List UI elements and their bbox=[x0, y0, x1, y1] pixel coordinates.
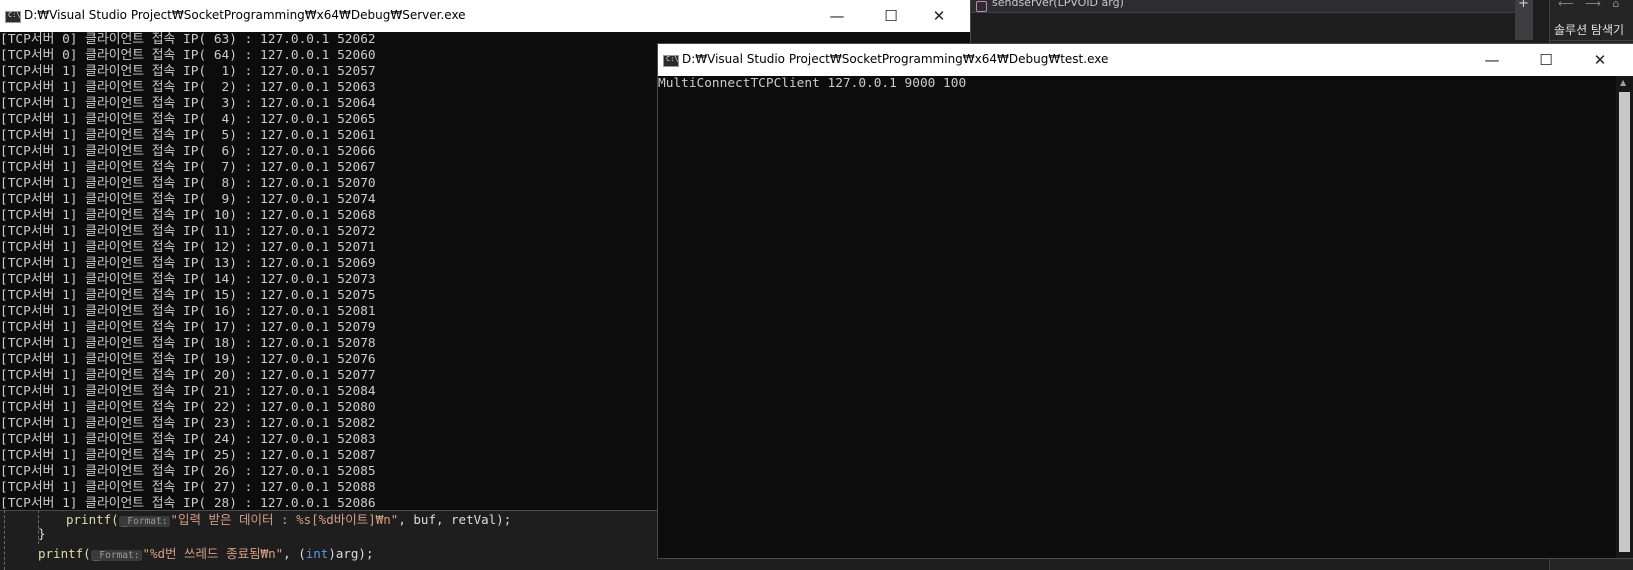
function-navigation-dropdown[interactable]: sendserver(LPVOID arg) bbox=[992, 0, 1124, 9]
code-line: printf(_Format: "입력 받은 데이터 : %s[%d바이트]₩n"… bbox=[66, 509, 511, 528]
maximize-button[interactable]: ☐ bbox=[868, 0, 914, 32]
code-string: "입력 받은 데이터 : %s[%d바이트]₩n" bbox=[170, 512, 399, 527]
scrollbar-thumb[interactable] bbox=[1619, 92, 1630, 552]
parameter-hint: _Format: bbox=[90, 550, 143, 561]
code-token: , ( bbox=[283, 546, 306, 561]
console-app-icon[interactable]: C:\ bbox=[5, 11, 21, 23]
test-console-window[interactable]: C:\ D:₩Visual Studio Project₩SocketProgr… bbox=[658, 44, 1633, 558]
navigation-buttons[interactable]: ⟵ ⟶ ⌂ bbox=[1558, 0, 1624, 10]
close-button[interactable]: ✕ bbox=[916, 0, 962, 32]
console-output[interactable]: MultiConnectTCPClient 127.0.0.1 9000 100 bbox=[658, 76, 1616, 558]
ide-toolbar: sendserver(LPVOID arg) bbox=[970, 0, 1515, 13]
panel-divider bbox=[1550, 40, 1633, 41]
code-line: printf(_Format: "%d번 쓰레드 종료됨₩n", (int)arg… bbox=[38, 543, 373, 562]
code-token: , buf, retVal); bbox=[398, 512, 512, 527]
console-app-icon[interactable]: C:\ bbox=[663, 55, 679, 67]
code-line: } bbox=[38, 526, 46, 541]
ide-scrollbar[interactable]: + bbox=[1515, 0, 1533, 40]
window-title: D:₩Visual Studio Project₩SocketProgrammi… bbox=[682, 52, 1109, 66]
code-editor[interactable]: printf(_Format: "입력 받은 데이터 : %s[%d바이트]₩n"… bbox=[0, 510, 660, 570]
vertical-scrollbar[interactable]: ▲ bbox=[1616, 76, 1633, 558]
maximize-button[interactable]: ☐ bbox=[1523, 44, 1569, 76]
console-line: MultiConnectTCPClient 127.0.0.1 9000 100 bbox=[658, 76, 967, 91]
code-token: printf( bbox=[66, 512, 119, 527]
minimize-button[interactable]: — bbox=[1469, 44, 1515, 76]
close-button[interactable]: ✕ bbox=[1577, 44, 1623, 76]
code-string: "%d번 쓰레드 종료됨₩n" bbox=[142, 546, 284, 561]
code-token: )arg); bbox=[328, 546, 374, 561]
indent-guide bbox=[4, 510, 6, 570]
add-icon[interactable]: + bbox=[1518, 0, 1529, 11]
code-token: printf( bbox=[38, 546, 91, 561]
window-title: D:₩Visual Studio Project₩SocketProgrammi… bbox=[24, 8, 466, 22]
solution-explorer-title[interactable]: 솔루션 탐색기 bbox=[1554, 21, 1624, 38]
title-bar[interactable]: C:\ D:₩Visual Studio Project₩SocketProgr… bbox=[658, 44, 1633, 76]
parameter-hint: _Format: bbox=[118, 516, 171, 527]
method-icon bbox=[976, 1, 987, 12]
title-bar[interactable]: C:\ D:₩Visual Studio Project₩SocketProgr… bbox=[0, 0, 970, 32]
scroll-up-icon[interactable]: ▲ bbox=[1620, 78, 1626, 87]
minimize-button[interactable]: — bbox=[814, 0, 860, 32]
code-keyword: int bbox=[305, 546, 329, 561]
